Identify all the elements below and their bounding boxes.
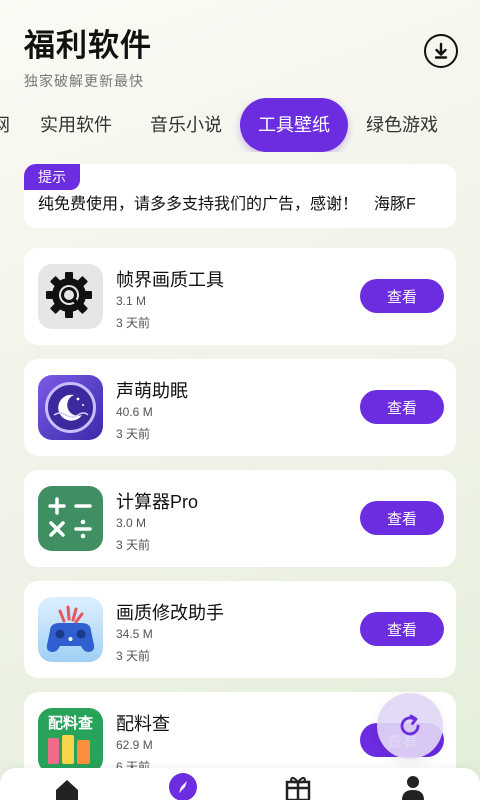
gamepad-icon (38, 597, 103, 662)
app-time: 3 天前 (116, 538, 151, 552)
app-name: 声萌助眠 (116, 381, 188, 401)
nav-profile[interactable] (398, 774, 428, 800)
app-size: 40.6 M (116, 405, 153, 419)
view-button[interactable]: 查看 (360, 279, 444, 313)
list-item[interactable]: 声萌助眠 40.6 M 3 天前 查看 (24, 359, 456, 456)
tab-utility[interactable]: 实用软件 (40, 98, 112, 152)
home-icon (56, 780, 78, 800)
user-icon (402, 776, 424, 800)
view-button[interactable]: 查看 (360, 612, 444, 646)
calculator-icon (38, 486, 103, 551)
list-item[interactable]: 帧界画质工具 3.1 M 3 天前 查看 (24, 248, 456, 345)
ingredients-icon: 配料查 (38, 708, 103, 773)
page-title: 福利软件 (24, 28, 152, 63)
app-name: 帧界画质工具 (116, 270, 224, 290)
download-button[interactable] (424, 34, 458, 68)
tab-green-games[interactable]: 绿色游戏 (366, 98, 438, 152)
app-size: 34.5 M (116, 627, 153, 641)
app-name: 配料查 (116, 714, 170, 734)
view-button[interactable]: 查看 (360, 501, 444, 535)
tab-tools-wallpaper[interactable]: 工具壁纸 (240, 98, 348, 152)
notice-banner: 提示 纯免费使用，请多多支持我们的广告，感谢！ 海豚F (24, 164, 456, 228)
nav-home[interactable] (52, 776, 82, 800)
app-time: 3 天前 (116, 316, 151, 330)
gift-icon (285, 776, 311, 800)
app-size: 3.1 M (116, 294, 147, 308)
app-time: 3 天前 (116, 649, 151, 663)
tab-music-novel[interactable]: 音乐小说 (150, 98, 222, 152)
compass-icon (169, 773, 197, 800)
nav-gift[interactable] (283, 774, 313, 800)
gear-search-icon (38, 264, 103, 329)
ingredients-icon-text: 配料查 (48, 714, 94, 732)
tab-partial[interactable]: 网 (0, 98, 10, 152)
nav-discover[interactable] (168, 772, 198, 800)
app-size: 62.9 M (116, 738, 153, 752)
app-time: 3 天前 (116, 427, 151, 441)
refresh-icon (400, 714, 420, 736)
moon-icon (38, 375, 103, 440)
view-button[interactable]: 查看 (360, 390, 444, 424)
bottom-nav (0, 768, 480, 800)
refresh-button[interactable] (377, 693, 443, 759)
download-icon (434, 42, 448, 59)
page-subtitle: 独家破解更新最快 (24, 73, 144, 89)
header: 福利软件 独家破解更新最快 (24, 20, 152, 91)
notice-text: 纯免费使用，请多多支持我们的广告，感谢！ 海豚F (38, 196, 416, 213)
notice-badge: 提示 (24, 164, 80, 190)
category-tabs: 网 实用软件 音乐小说 工具壁纸 绿色游戏 (0, 98, 480, 152)
list-item[interactable]: 计算器Pro 3.0 M 3 天前 查看 (24, 470, 456, 567)
app-name: 计算器Pro (116, 492, 199, 512)
app-size: 3.0 M (116, 516, 147, 530)
app-name: 画质修改助手 (116, 603, 224, 623)
list-item[interactable]: 画质修改助手 34.5 M 3 天前 查看 (24, 581, 456, 678)
